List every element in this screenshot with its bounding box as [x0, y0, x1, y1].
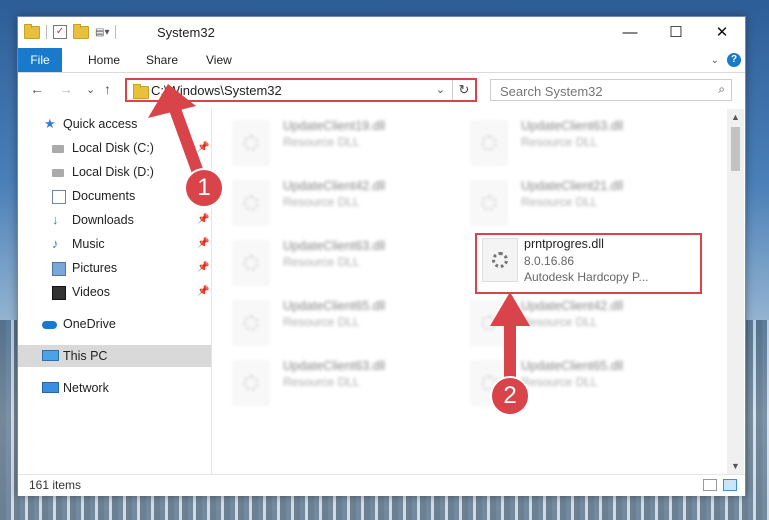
- step-badge-1: 1: [184, 168, 224, 208]
- annotation-arrow-2: [490, 292, 530, 384]
- annotation-arrow-1: [148, 84, 206, 184]
- step-badge-2: 2: [490, 376, 530, 416]
- annotation-overlay: [148, 84, 530, 384]
